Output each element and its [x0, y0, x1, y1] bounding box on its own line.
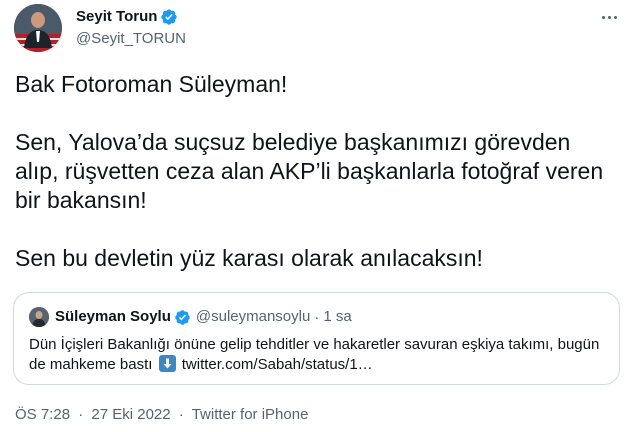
- separator-dot: ·: [178, 406, 184, 423]
- separator-dot: ·: [314, 308, 320, 326]
- tweet-date[interactable]: 27 Eki 2022: [91, 406, 170, 423]
- quoted-timestamp[interactable]: 1 sa: [323, 307, 351, 327]
- quoted-author-avatar: [29, 307, 49, 327]
- author-name[interactable]: Seyit Torun: [76, 7, 157, 27]
- author-avatar-image: [14, 4, 62, 52]
- verified-badge-icon: [161, 9, 178, 25]
- author-handle[interactable]: @Seyit_TORUN: [76, 29, 186, 49]
- more-options-icon[interactable]: [598, 6, 620, 28]
- tweet-paragraph: Bak Fotoroman Süleyman!: [15, 71, 288, 97]
- quoted-tweet-header: Süleyman Soylu @suleymansoylu · 1 sa: [29, 307, 352, 327]
- tweet-time[interactable]: ÖS 7:28: [15, 406, 70, 423]
- author-block: Seyit Torun @Seyit_TORUN: [76, 7, 186, 49]
- quoted-tweet-text: Dün İçişleri Bakanlığı önüne gelip tehdi…: [29, 335, 609, 375]
- quoted-author-handle: @suleymansoylu: [195, 308, 311, 325]
- quoted-link[interactable]: twitter.com/Sabah/status/1…: [182, 356, 373, 373]
- down-arrow-emoji-icon: [158, 355, 176, 372]
- quoted-author-name: Süleyman Soylu: [55, 308, 171, 325]
- tweet-paragraph: Sen bu devletin yüz karası olarak anılac…: [15, 245, 483, 271]
- tweet-source[interactable]: Twitter for iPhone: [192, 406, 309, 423]
- tweet-text: Bak Fotoroman Süleyman! Sen, Yalova’da s…: [15, 70, 619, 273]
- author-avatar[interactable]: [14, 4, 62, 52]
- quoted-tweet[interactable]: Süleyman Soylu @suleymansoylu · 1 sa Dün…: [13, 292, 620, 385]
- tweet-meta: ÖS 7:28 · 27 Eki 2022 · Twitter for iPho…: [15, 405, 308, 425]
- separator-dot: ·: [78, 406, 84, 423]
- tweet-paragraph: Sen, Yalova’da suçsuz belediye başkanımı…: [15, 129, 604, 213]
- verified-badge-icon: [175, 309, 190, 325]
